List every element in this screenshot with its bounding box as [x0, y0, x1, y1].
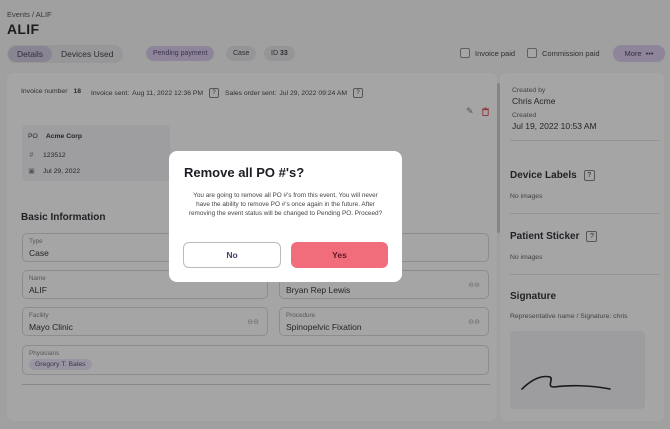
- dialog-message: You are going to remove all PO #'s from …: [188, 192, 383, 217]
- remove-po-dialog: Remove all PO #'s? You are going to remo…: [169, 151, 402, 282]
- yes-button[interactable]: Yes: [291, 242, 388, 268]
- no-button[interactable]: No: [183, 242, 281, 268]
- event-details-page: Events / ALIF ALIF Details Devices Used …: [0, 0, 670, 429]
- dialog-title: Remove all PO #'s?: [184, 165, 305, 180]
